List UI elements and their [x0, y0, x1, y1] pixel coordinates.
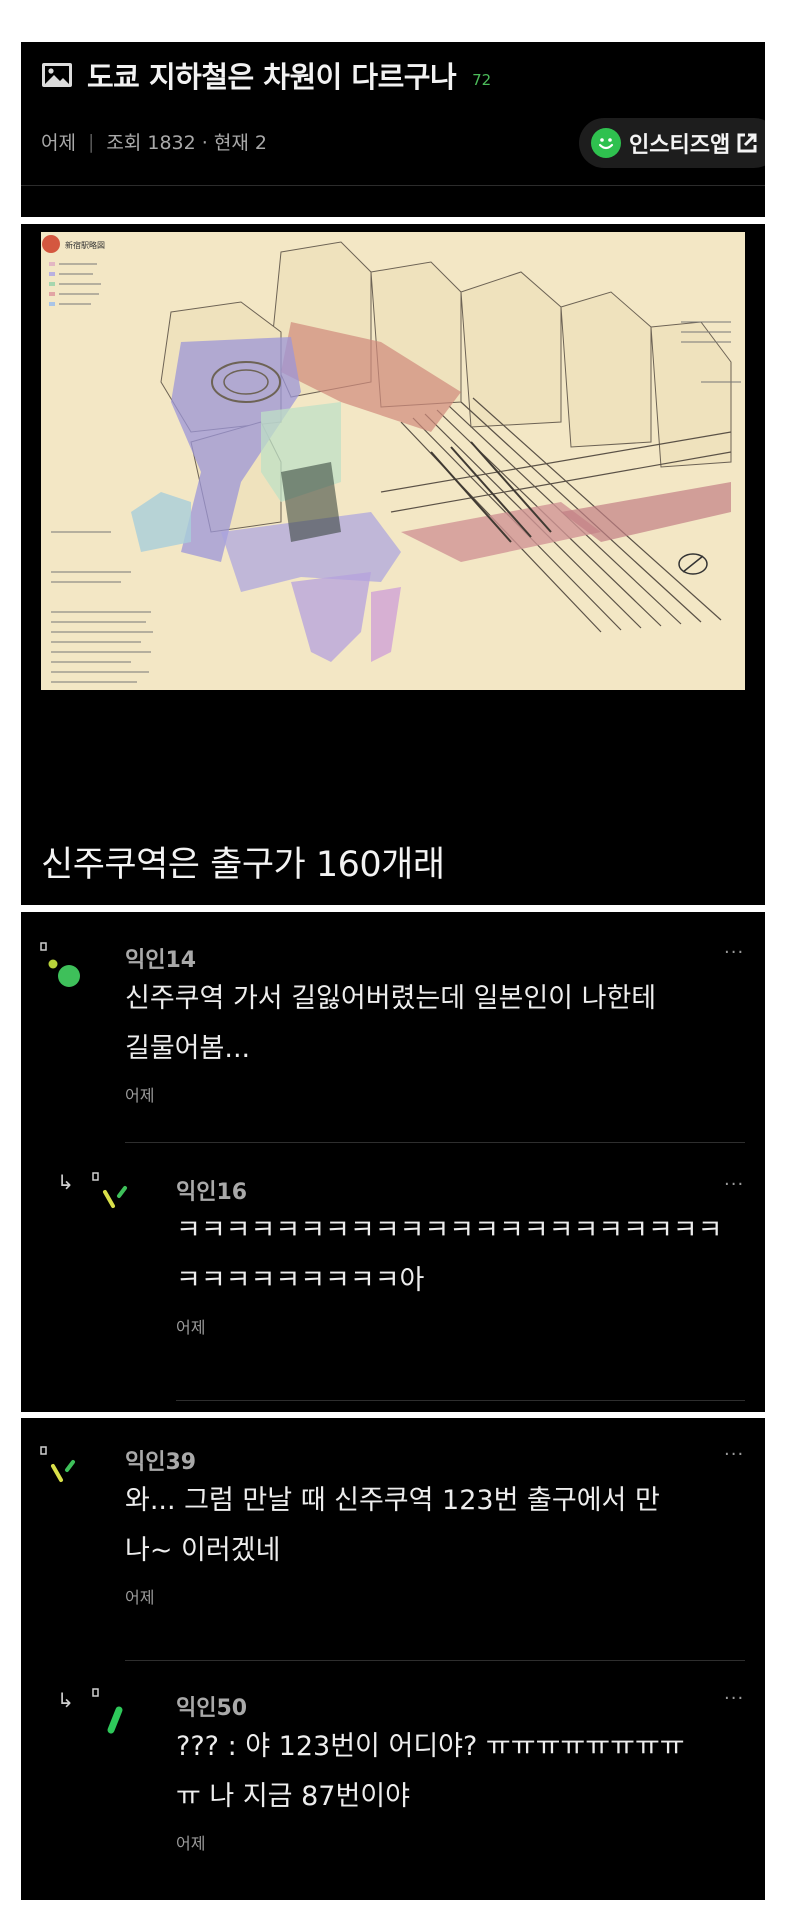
comment-thread-1: 익인14 ··· 신주쿠역 가서 길잃어버렸는데 일본인이 나한테 길물어봄..… — [21, 912, 765, 1412]
open-app-button[interactable]: 인스티즈앱 — [579, 118, 765, 168]
comment-divider — [125, 1660, 745, 1661]
post-header: 도쿄 지하철은 차원이 다르구나 72 어제 | 조회 1832 · 현재 2 … — [21, 42, 765, 217]
avatar — [92, 1688, 123, 1734]
post-meta: 어제 | 조회 1832 · 현재 2 — [41, 128, 267, 155]
external-link-icon — [737, 133, 757, 153]
reply-text-line2: ㅋㅋㅋㅋㅋㅋㅋㅋㅋ아 — [176, 1265, 425, 1296]
comment-thread-2: 익인39 ··· 와... 그럼 만날 때 신주쿠역 123번 출구에서 만 나… — [21, 1418, 765, 1900]
header-divider — [21, 185, 765, 186]
reply-2: ↳ 익인50 ··· ??? : 야 123번이 어디야? ㅠㅠㅠㅠㅠㅠㅠㅠ ㅠ… — [21, 1662, 765, 1900]
comment-count[interactable]: 72 — [472, 71, 491, 89]
comment-time: 어제 — [125, 1588, 155, 1607]
reply-text-line1: ??? : 야 123번이 어디야? ㅠㅠㅠㅠㅠㅠㅠㅠ — [176, 1731, 685, 1762]
avatar — [40, 942, 80, 987]
comment-author[interactable]: 익인39 — [125, 1444, 196, 1476]
smile-icon — [591, 128, 621, 158]
map-label: 新宿駅略図 — [65, 240, 105, 250]
reply-time: 어제 — [176, 1834, 206, 1853]
reply-author[interactable]: 익인50 — [176, 1690, 247, 1722]
meta-separator: | — [87, 130, 95, 153]
comment-divider — [125, 1142, 745, 1143]
post-date: 어제 — [41, 132, 76, 154]
reply-text-line2: ㅠ 나 지금 87번이야 — [176, 1781, 410, 1812]
more-options-icon[interactable]: ··· — [724, 942, 744, 963]
post-views: 조회 1832 · 현재 2 — [106, 132, 267, 154]
post-body: 新宿駅略図 신주쿠역은 출구가 160개래 — [21, 224, 765, 905]
comment-divider — [176, 1400, 745, 1401]
comment-2: 익인39 ··· 와... 그럼 만날 때 신주쿠역 123번 출구에서 만 나… — [21, 1418, 765, 1658]
avatar — [92, 1172, 127, 1208]
comment-time: 어제 — [125, 1086, 155, 1105]
post-title: 도쿄 지하철은 차원이 다르구나 — [87, 60, 457, 94]
reply-arrow-icon: ↳ — [57, 1170, 74, 1194]
comment-author[interactable]: 익인14 — [125, 942, 196, 974]
reply-arrow-icon: ↳ — [57, 1688, 74, 1712]
reply-text-line1: ㅋㅋㅋㅋㅋㅋㅋㅋㅋㅋㅋㅋㅋㅋㅋㅋㅋㅋㅋㅋㅋㅋ — [176, 1215, 723, 1246]
more-options-icon[interactable]: ··· — [724, 1688, 744, 1709]
reply-author[interactable]: 익인16 — [176, 1174, 247, 1206]
comment-text-line2: 길물어봄... — [125, 1033, 251, 1064]
reply-time: 어제 — [176, 1318, 206, 1337]
image-icon — [42, 63, 72, 87]
comment-1: 익인14 ··· 신주쿠역 가서 길잃어버렸는데 일본인이 나한테 길물어봄..… — [21, 912, 765, 1162]
post-caption: 신주쿠역은 출구가 160개래 — [41, 845, 445, 885]
more-options-icon[interactable]: ··· — [724, 1444, 744, 1465]
comment-text-line1: 신주쿠역 가서 길잃어버렸는데 일본인이 나한테 — [125, 983, 657, 1014]
more-options-icon[interactable]: ··· — [724, 1174, 744, 1195]
avatar — [40, 1446, 75, 1482]
app-button-label: 인스티즈앱 — [629, 133, 731, 158]
reply-1: ↳ 익인16 ··· ㅋㅋㅋㅋㅋㅋㅋㅋㅋㅋㅋㅋㅋㅋㅋㅋㅋㅋㅋㅋㅋㅋ ㅋㅋㅋㅋㅋㅋ… — [21, 1144, 765, 1404]
comment-text-line1: 와... 그럼 만날 때 신주쿠역 123번 출구에서 만 — [125, 1485, 660, 1516]
station-map-image[interactable]: 新宿駅略図 — [41, 232, 745, 690]
comment-text-line2: 나~ 이러겠네 — [125, 1535, 281, 1566]
